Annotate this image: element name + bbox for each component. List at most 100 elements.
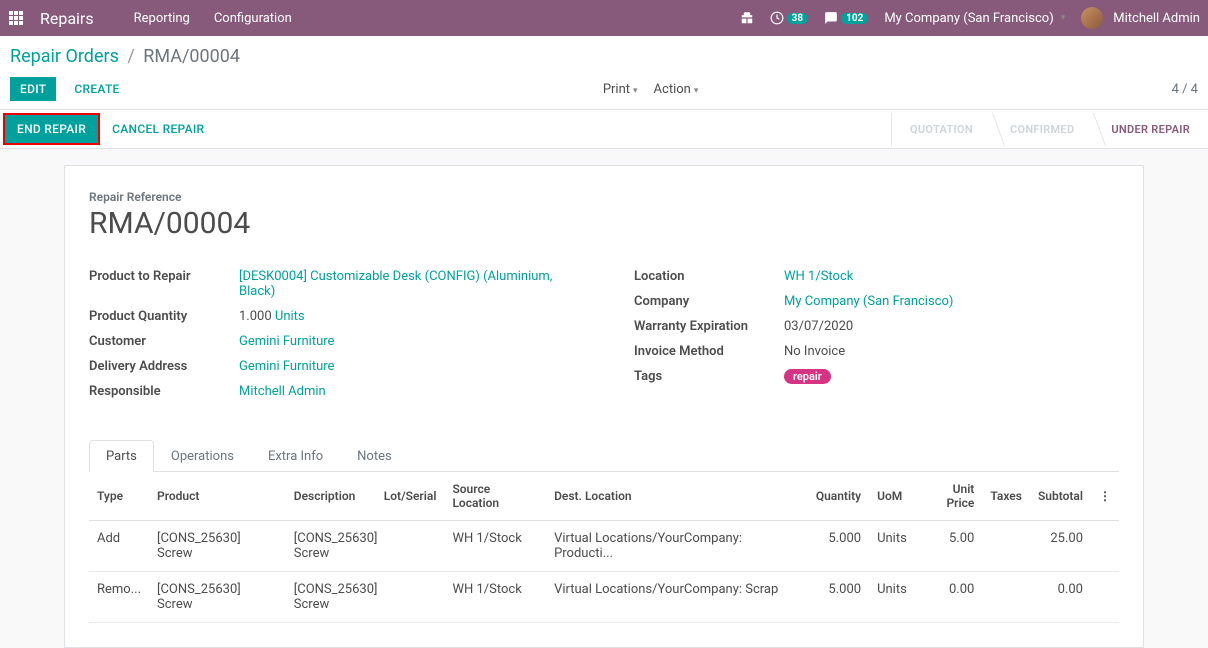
tab-extra-info[interactable]: Extra Info <box>251 440 340 472</box>
col-more-icon[interactable]: ⋮ <box>1091 472 1119 521</box>
menu-configuration[interactable]: Configuration <box>214 11 292 26</box>
notebook-tabs: Parts Operations Extra Info Notes <box>89 439 1119 472</box>
table-header-row: Type Product Description Lot/Serial Sour… <box>89 472 1119 521</box>
cell-uom: Units <box>869 572 915 623</box>
uom-link[interactable]: Units <box>275 309 305 324</box>
col-qty[interactable]: Quantity <box>808 472 869 521</box>
parts-table: Type Product Description Lot/Serial Sour… <box>89 472 1119 623</box>
cell-taxes <box>982 572 1030 623</box>
app-title: Repairs <box>40 9 94 28</box>
control-panel: Repair Orders / RMA/00004 EDIT CREATE Pr… <box>0 36 1208 109</box>
company-label: Company <box>634 294 784 309</box>
user-menu[interactable]: Mitchell Admin <box>1081 7 1200 29</box>
company-value[interactable]: My Company (San Francisco) <box>784 294 953 309</box>
cell-product: [CONS_25630] Screw <box>149 521 286 572</box>
company-name: My Company (San Francisco) <box>884 11 1053 26</box>
breadcrumb-separator: / <box>127 46 134 67</box>
col-subtotal[interactable]: Subtotal <box>1030 472 1091 521</box>
company-switcher[interactable]: My Company (San Francisco) ▾ <box>884 11 1065 26</box>
col-description[interactable]: Description <box>286 472 376 521</box>
delivery-address-label: Delivery Address <box>89 359 239 374</box>
col-unit-price[interactable]: Unit Price <box>915 472 983 521</box>
cell-dest: Virtual Locations/YourCompany: Producti.… <box>546 521 808 572</box>
cell-lot <box>376 521 445 572</box>
action-dropdown[interactable]: Action▾ <box>654 82 699 97</box>
chevron-down-icon: ▾ <box>633 86 638 96</box>
chevron-down-icon: ▾ <box>694 86 699 96</box>
tags-label: Tags <box>634 369 784 384</box>
cell-uom: Units <box>869 521 915 572</box>
user-name: Mitchell Admin <box>1113 11 1200 26</box>
print-dropdown[interactable]: Print▾ <box>603 82 638 97</box>
create-button[interactable]: CREATE <box>64 77 129 101</box>
top-navigation: Repairs Reporting Configuration 38 102 M… <box>0 0 1208 36</box>
cell-description: [CONS_25630] Screw <box>286 572 376 623</box>
cell-price: 5.00 <box>915 521 983 572</box>
col-source[interactable]: Source Location <box>444 472 546 521</box>
tab-parts[interactable]: Parts <box>89 440 154 472</box>
col-lot[interactable]: Lot/Serial <box>376 472 445 521</box>
cell-qty: 5.000 <box>808 572 869 623</box>
cell-qty: 5.000 <box>808 521 869 572</box>
stage-under-repair[interactable]: UNDER REPAIR <box>1092 113 1208 146</box>
cell-product: [CONS_25630] Screw <box>149 572 286 623</box>
cell-source: WH 1/Stock <box>444 521 546 572</box>
cell-taxes <box>982 521 1030 572</box>
cell-description: [CONS_25630] Screw <box>286 521 376 572</box>
tag-repair[interactable]: repair <box>784 369 831 384</box>
cell-source: WH 1/Stock <box>444 572 546 623</box>
col-product[interactable]: Product <box>149 472 286 521</box>
cell-lot <box>376 572 445 623</box>
breadcrumb-root[interactable]: Repair Orders <box>10 46 119 67</box>
product-quantity-value: 1.000 Units <box>239 309 305 324</box>
activity-icon[interactable]: 38 <box>770 11 808 25</box>
customer-label: Customer <box>89 334 239 349</box>
cell-price: 0.00 <box>915 572 983 623</box>
pager[interactable]: 4 / 4 <box>1172 82 1198 97</box>
responsible-value[interactable]: Mitchell Admin <box>239 384 326 399</box>
stage-confirmed[interactable]: CONFIRMED <box>991 113 1092 146</box>
invoice-method-value: No Invoice <box>784 344 845 359</box>
product-to-repair-value[interactable]: [DESK0004] Customizable Desk (CONFIG) (A… <box>239 269 574 299</box>
stage-quotation[interactable]: QUOTATION <box>891 113 991 146</box>
warranty-value: 03/07/2020 <box>784 319 853 334</box>
messages-icon[interactable]: 102 <box>824 11 868 25</box>
tab-operations[interactable]: Operations <box>154 440 251 472</box>
cell-subtotal: 25.00 <box>1030 521 1091 572</box>
status-bar: END REPAIR CANCEL REPAIR QUOTATION CONFI… <box>0 109 1208 149</box>
customer-value[interactable]: Gemini Furniture <box>239 334 334 349</box>
col-type[interactable]: Type <box>89 472 149 521</box>
cancel-repair-button[interactable]: CANCEL REPAIR <box>100 110 216 148</box>
cell-type: Add <box>89 521 149 572</box>
location-value[interactable]: WH 1/Stock <box>784 269 853 284</box>
cell-dest: Virtual Locations/YourCompany: Scrap <box>546 572 808 623</box>
delivery-address-value[interactable]: Gemini Furniture <box>239 359 334 374</box>
status-stages: QUOTATION CONFIRMED UNDER REPAIR <box>891 113 1208 146</box>
repair-reference-value: RMA/00004 <box>89 206 1119 241</box>
col-dest[interactable]: Dest. Location <box>546 472 808 521</box>
edit-button[interactable]: EDIT <box>10 77 56 101</box>
table-row[interactable]: Remo... [CONS_25630] Screw [CONS_25630] … <box>89 572 1119 623</box>
end-repair-button[interactable]: END REPAIR <box>3 113 100 145</box>
avatar <box>1081 7 1103 29</box>
chevron-down-icon: ▾ <box>1061 13 1066 23</box>
table-row[interactable]: Add [CONS_25630] Screw [CONS_25630] Scre… <box>89 521 1119 572</box>
col-uom[interactable]: UoM <box>869 472 915 521</box>
location-label: Location <box>634 269 784 284</box>
breadcrumb-current: RMA/00004 <box>143 46 240 67</box>
top-menu: Reporting Configuration <box>134 11 740 26</box>
activity-badge: 38 <box>787 13 808 24</box>
repair-reference-label: Repair Reference <box>89 190 1119 204</box>
tab-notes[interactable]: Notes <box>340 440 409 472</box>
cell-type: Remo... <box>89 572 149 623</box>
gift-icon[interactable] <box>740 11 754 25</box>
form-sheet: Repair Reference RMA/00004 Product to Re… <box>64 165 1144 648</box>
messages-badge: 102 <box>841 13 868 24</box>
col-taxes[interactable]: Taxes <box>982 472 1030 521</box>
product-to-repair-label: Product to Repair <box>89 269 239 284</box>
product-quantity-label: Product Quantity <box>89 309 239 324</box>
menu-reporting[interactable]: Reporting <box>134 11 190 26</box>
warranty-label: Warranty Expiration <box>634 319 784 334</box>
apps-icon[interactable] <box>8 10 24 26</box>
breadcrumb: Repair Orders / RMA/00004 <box>10 46 1198 67</box>
